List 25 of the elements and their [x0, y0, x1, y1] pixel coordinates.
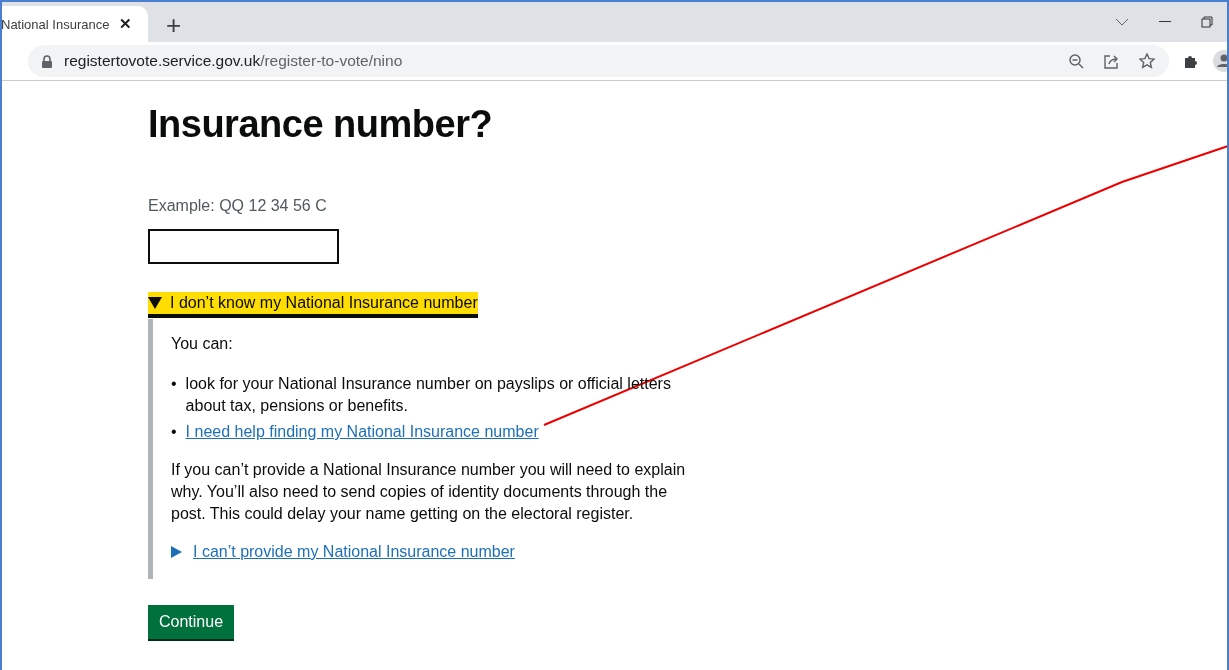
hint-text: Example: QQ 12 34 56 C: [148, 197, 327, 215]
zoom-out-icon[interactable]: [1069, 53, 1084, 69]
chevron-down-icon[interactable]: [1115, 18, 1129, 26]
restore-icon[interactable]: [1201, 16, 1213, 28]
bookmark-star-icon[interactable]: [1139, 53, 1155, 69]
intro-text: You can:: [171, 335, 233, 352]
minimize-icon[interactable]: [1159, 21, 1171, 23]
extensions-puzzle-icon[interactable]: [1183, 53, 1199, 69]
triangle-icon: [148, 297, 162, 309]
triangle-icon[interactable]: [171, 546, 183, 558]
national-insurance-input[interactable]: [148, 229, 339, 264]
new-tab-button[interactable]: +: [166, 12, 182, 38]
continue-button[interactable]: Continue: [148, 605, 235, 639]
tab-title[interactable]: National Insurance: [2, 16, 111, 32]
bullet: •: [171, 374, 177, 394]
bullet: •: [171, 422, 177, 442]
help-link[interactable]: I need help finding my National Insurance number: [185, 421, 539, 443]
lock-icon[interactable]: [42, 54, 52, 68]
page-heading: Insurance number?: [148, 102, 494, 147]
profile-icon[interactable]: [1213, 50, 1227, 72]
cant-provide-link[interactable]: I can’t provide my National Insurance number: [193, 541, 515, 563]
close-tab-button[interactable]: ✕: [119, 15, 132, 33]
explanation-paragraph: If you can’t provide a National Insurance number you will need to explain why. You’ll also need to send copies of identity documents through the post. This could delay your name getting on the electoral register.: [171, 460, 687, 524]
share-icon[interactable]: [1104, 53, 1119, 69]
address-bar-url[interactable]: registertovote.service.gov.uk/register-to-vote/nino: [64, 52, 403, 70]
